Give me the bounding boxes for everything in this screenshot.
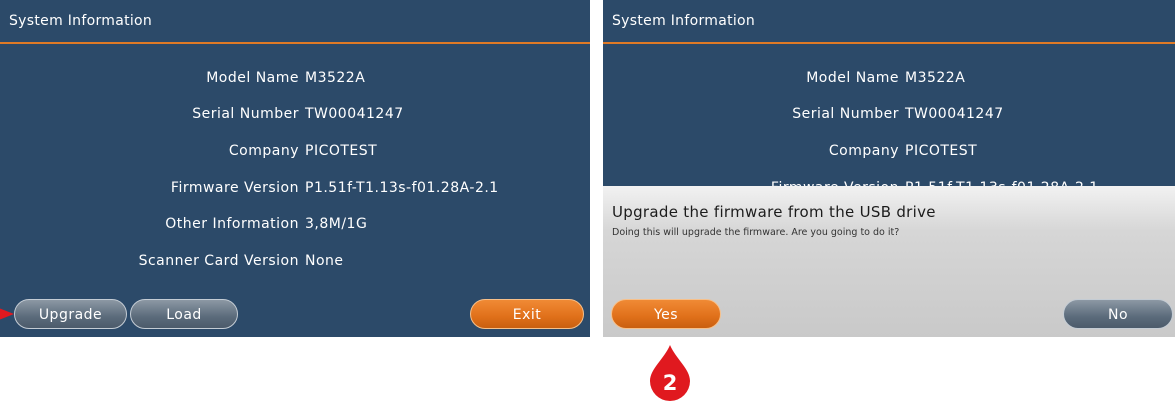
step-number: 2: [662, 371, 678, 395]
no-button[interactable]: No: [1063, 299, 1173, 329]
info-label: Serial Number: [792, 106, 899, 122]
info-label: Company: [228, 143, 299, 159]
info-label: Other Information: [165, 216, 299, 232]
yes-button[interactable]: Yes: [611, 299, 721, 329]
screen-title: System Information: [603, 0, 1175, 44]
screen-title: System Information: [0, 0, 590, 44]
info-value: None: [305, 253, 344, 269]
info-row-company: Company PICOTEST: [0, 143, 590, 163]
info-value: TW00041247: [305, 106, 404, 122]
info-value: M3522A: [905, 70, 966, 86]
info-label: Company: [828, 143, 899, 159]
info-value: 3,8M/1G: [305, 216, 368, 232]
dialog-title: Upgrade the firmware from the USB drive: [612, 203, 936, 221]
info-label: Firmware Version: [170, 180, 299, 196]
info-row-model-name: Model Name M3522A: [603, 70, 1175, 90]
info-label: Model Name: [806, 70, 899, 86]
info-label: Serial Number: [192, 106, 299, 122]
info-label: Model Name: [206, 70, 299, 86]
info-row-serial-number: Serial Number TW00041247: [0, 106, 590, 126]
info-row-firmware-version: Firmware Version P1.51f-T1.13s-f01.28A-2…: [0, 180, 590, 200]
pointer-arrow-icon: [0, 307, 14, 321]
step-marker: 2: [648, 345, 692, 401]
info-row-company: Company PICOTEST: [603, 143, 1175, 163]
info-row-other-information: Other Information 3,8M/1G: [0, 216, 590, 236]
system-info-screen-left: System Information Model Name M3522A Ser…: [0, 0, 590, 337]
info-value: PICOTEST: [305, 143, 378, 159]
info-row-scanner-card-version: Scanner Card Version None: [0, 253, 590, 273]
upgrade-confirm-dialog: Upgrade the firmware from the USB drive …: [603, 186, 1175, 337]
dialog-message: Doing this will upgrade the firmware. Ar…: [612, 227, 900, 238]
info-row-model-name: Model Name M3522A: [0, 70, 590, 90]
upgrade-button[interactable]: Upgrade: [14, 299, 127, 329]
info-value: PICOTEST: [905, 143, 978, 159]
info-value: M3522A: [305, 70, 366, 86]
info-row-serial-number: Serial Number TW00041247: [603, 106, 1175, 126]
exit-button[interactable]: Exit: [470, 299, 584, 329]
info-label: Scanner Card Version: [138, 253, 299, 269]
load-button[interactable]: Load: [130, 299, 238, 329]
system-info-screen-right: System Information Model Name M3522A Ser…: [603, 0, 1175, 337]
info-value: TW00041247: [905, 106, 1004, 122]
info-value: P1.51f-T1.13s-f01.28A-2.1: [305, 180, 499, 196]
